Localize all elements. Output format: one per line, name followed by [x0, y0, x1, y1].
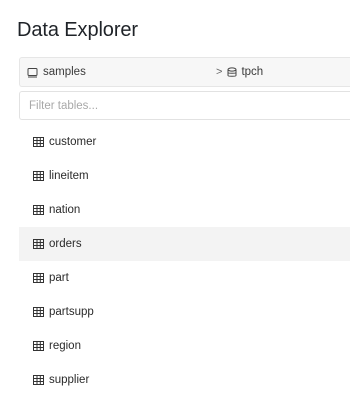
- table-item-region[interactable]: region: [19, 329, 350, 363]
- catalog-icon: [27, 67, 38, 78]
- table-item-label: lineitem: [49, 170, 89, 182]
- table-item-label: nation: [49, 204, 81, 216]
- catalog-schema-selector[interactable]: samples > tpch: [19, 57, 350, 87]
- table-icon: [33, 171, 44, 181]
- table-list: customer lineitem nation orders part partsupp…: [19, 125, 350, 397]
- table-item-label: part: [49, 272, 69, 284]
- schema-selector[interactable]: > tpch: [216, 58, 263, 86]
- schema-name: tpch: [241, 66, 264, 78]
- breadcrumb-separator: >: [216, 66, 223, 78]
- catalog-selector[interactable]: samples: [27, 58, 86, 86]
- table-item-label: region: [49, 340, 81, 352]
- filter-tables-input[interactable]: [19, 91, 350, 120]
- table-item-supplier[interactable]: supplier: [19, 363, 350, 397]
- table-item-lineitem[interactable]: lineitem: [19, 159, 350, 193]
- table-icon: [33, 205, 44, 215]
- table-item-customer[interactable]: customer: [19, 125, 350, 159]
- table-item-label: partsupp: [49, 306, 94, 318]
- table-icon: [33, 307, 44, 317]
- table-icon: [33, 273, 44, 283]
- catalog-name: samples: [43, 66, 86, 78]
- table-item-part[interactable]: part: [19, 261, 350, 295]
- table-item-partsupp[interactable]: partsupp: [19, 295, 350, 329]
- table-item-label: supplier: [49, 374, 90, 386]
- table-item-label: customer: [49, 136, 97, 148]
- database-icon: [227, 66, 237, 78]
- table-item-label: orders: [49, 238, 82, 250]
- table-item-orders[interactable]: orders: [19, 227, 350, 261]
- table-item-nation[interactable]: nation: [19, 193, 350, 227]
- table-icon: [33, 341, 44, 351]
- table-icon: [33, 375, 44, 385]
- page-title: Data Explorer: [17, 19, 138, 41]
- data-explorer-panel: Data Explorer samples > tpch Filter tabl…: [0, 0, 350, 403]
- table-icon: [33, 239, 44, 249]
- table-icon: [33, 137, 44, 147]
